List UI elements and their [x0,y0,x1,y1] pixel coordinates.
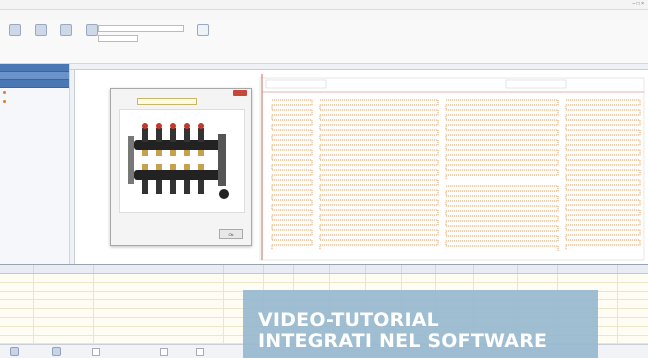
column-header[interactable] [224,265,264,273]
table-cell [402,274,436,282]
pipe-loop [271,99,313,250]
table-row[interactable] [0,274,648,283]
table-cell [94,282,224,291]
sidebar-header[interactable] [0,80,69,88]
table-cell [34,300,94,309]
table-header [0,265,648,274]
table-cell [224,274,264,282]
column-header[interactable] [558,265,618,273]
table-cell [330,274,366,282]
manifold-image [119,109,245,213]
pipe-loop [319,99,439,250]
ruler-horizontal [70,64,648,70]
table-cell [518,274,558,282]
sidebar [0,64,70,264]
toolbar-icon [86,24,99,36]
ribbon-button-3[interactable] [55,24,77,38]
column-header[interactable] [264,265,294,273]
table-cell [94,291,224,300]
sidebar-header[interactable] [0,64,69,72]
column-header[interactable] [34,265,94,273]
column-header[interactable] [402,265,436,273]
table-cell [94,274,224,282]
sidebar-header[interactable] [0,72,69,80]
tool-icon[interactable] [10,347,19,356]
bullet-icon [3,100,6,103]
table-cell [94,300,224,309]
column-header[interactable] [474,265,518,273]
tool-icon[interactable] [52,347,61,356]
status-button[interactable] [160,348,168,356]
floor-plan-drawing[interactable] [258,72,648,262]
component-select[interactable] [137,98,197,105]
menu-bar [0,10,648,20]
table-cell [0,317,34,326]
table-cell [34,291,94,300]
table-cell [558,274,618,282]
table-cell [436,274,474,282]
table-cell [0,326,34,335]
sidebar-item[interactable] [0,97,69,106]
table-cell [34,317,94,326]
column-header[interactable] [294,265,330,273]
status-button[interactable] [196,348,204,356]
table-cell [94,317,224,326]
table-cell [264,274,294,282]
table-cell [0,335,34,344]
table-cell [0,274,34,282]
status-button[interactable] [92,348,100,356]
column-header[interactable] [436,265,474,273]
table-cell [34,282,94,291]
label-box [505,79,567,89]
toolbar-icon [9,24,21,36]
ribbon-button-1[interactable] [4,24,26,38]
table-cell [0,282,34,291]
table-cell [94,326,224,335]
column-header[interactable] [94,265,224,273]
pipe-loop [445,99,559,180]
promo-banner: VIDEO-TUTORIAL INTEGRATI NEL SOFTWARE [243,290,598,358]
pipe-loop [445,185,559,251]
column-header[interactable] [0,265,34,273]
banner-line-2: INTEGRATI NEL SOFTWARE [258,330,548,352]
table-cell [94,335,224,344]
table-cell [34,326,94,335]
table-cell [366,274,402,282]
banner-line-1: VIDEO-TUTORIAL [258,309,439,331]
column-header[interactable] [366,265,402,273]
table-cell [474,274,518,282]
column-header[interactable] [518,265,558,273]
ribbon-button-2[interactable] [30,24,52,38]
table-cell [34,335,94,344]
ribbon-toolbar [0,20,648,64]
bullet-icon [3,91,6,94]
column-header[interactable] [330,265,366,273]
pipe-loop [565,99,641,250]
table-cell [294,274,330,282]
arrow-icon [197,24,209,36]
toolbar-icon [34,24,47,36]
manifold-icon [128,123,229,199]
toolbar-icon [60,24,73,36]
label-box [265,79,327,89]
ribbon-group-right [192,24,216,40]
ribbon-group-main [4,24,105,40]
ribbon-dropdown[interactable] [98,25,184,32]
component-dialog: Ok [110,88,252,246]
title-bar: – □ × [0,0,648,10]
table-cell [0,300,34,309]
table-cell [94,309,224,317]
table-cell [34,309,94,317]
window-controls[interactable]: – □ × [633,1,645,7]
ok-button[interactable]: Ok [219,229,243,239]
sidebar-item[interactable] [0,88,69,97]
ribbon-input[interactable] [98,35,138,42]
close-button[interactable] [233,90,247,96]
table-cell [34,274,94,282]
ribbon-right-button[interactable] [192,24,214,38]
table-cell [0,291,34,300]
table-cell [0,309,34,317]
heating-pipe-loops [271,99,641,251]
ruler-vertical [70,70,75,264]
